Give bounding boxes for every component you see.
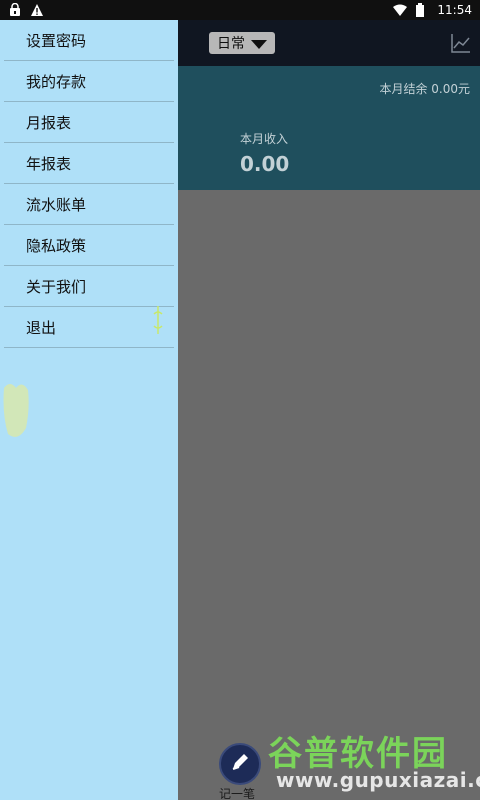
status-bar: 11:54 (0, 0, 480, 20)
hand-gesture-icon (0, 378, 32, 444)
add-record-button[interactable] (219, 743, 261, 785)
menu-item-monthly-report[interactable]: 月报表 (4, 102, 174, 143)
chevron-down-icon (251, 39, 267, 49)
menu-item-set-password[interactable]: 设置密码 (4, 20, 174, 61)
warning-icon (30, 3, 44, 17)
menu-item-about-us[interactable]: 关于我们 (4, 266, 174, 307)
book-selector[interactable]: 日常 (209, 32, 275, 54)
monthly-income-value: 0.00 (240, 152, 290, 176)
watermark: 谷普软件园 www.gupuxiazai.com (262, 724, 480, 796)
drag-handle-icon (152, 304, 164, 336)
monthly-balance: 本月结余 0.00元 (379, 82, 470, 96)
watermark-url: www.gupuxiazai.com (276, 768, 480, 792)
menu-item-label: 设置密码 (26, 31, 87, 50)
navigation-drawer: 设置密码 我的存款 月报表 年报表 流水账单 隐私政策 关于我们 退出 (0, 20, 178, 800)
drawer-menu: 设置密码 我的存款 月报表 年报表 流水账单 隐私政策 关于我们 退出 (4, 20, 174, 348)
status-right: 11:54 (393, 3, 472, 17)
menu-item-privacy-policy[interactable]: 隐私政策 (4, 225, 174, 266)
menu-item-yearly-report[interactable]: 年报表 (4, 143, 174, 184)
menu-item-transactions[interactable]: 流水账单 (4, 184, 174, 225)
lock-icon (8, 2, 22, 17)
add-record-label: 记一笔 (219, 787, 256, 800)
monthly-income-label: 本月收入 (240, 132, 289, 146)
menu-item-exit[interactable]: 退出 (4, 307, 174, 348)
app-screen: 11:54 日常 本月结余 0.00元 本月收入 0.00 记一笔 设置密码 我… (0, 0, 480, 800)
menu-item-label: 年报表 (26, 154, 72, 173)
trend-chart-icon[interactable] (450, 32, 472, 54)
menu-item-label: 流水账单 (26, 195, 87, 214)
status-left (8, 2, 44, 17)
battery-icon (415, 3, 429, 17)
menu-item-label: 我的存款 (26, 72, 87, 91)
menu-item-label: 关于我们 (26, 277, 87, 296)
pencil-icon (229, 751, 251, 777)
book-selector-label: 日常 (217, 36, 245, 52)
status-time: 11:54 (437, 3, 472, 17)
menu-item-label: 退出 (26, 318, 57, 337)
wifi-icon (393, 3, 408, 17)
menu-item-label: 隐私政策 (26, 236, 87, 255)
menu-item-my-savings[interactable]: 我的存款 (4, 61, 174, 102)
menu-item-label: 月报表 (26, 113, 72, 132)
